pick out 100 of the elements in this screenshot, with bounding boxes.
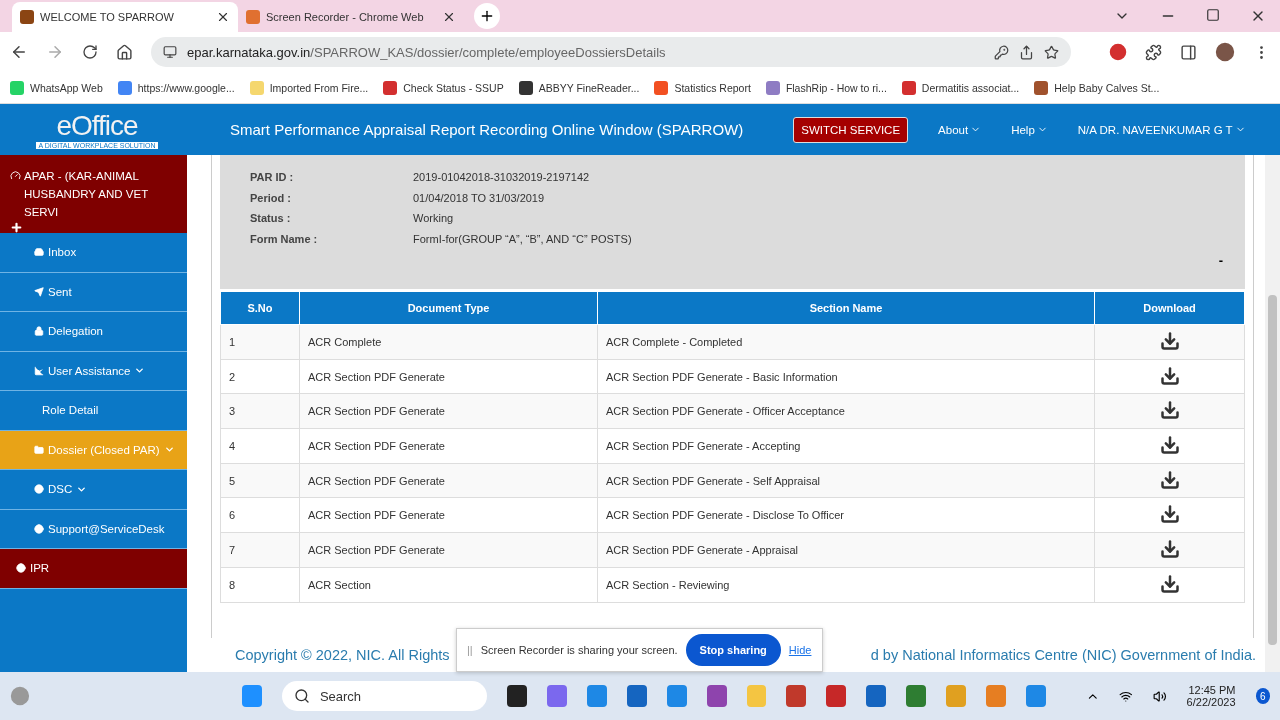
download-icon[interactable]: [1159, 469, 1180, 490]
browser-tab[interactable]: WELCOME TO SPARROW: [12, 2, 238, 32]
table-cell: 5: [220, 463, 300, 498]
download-icon[interactable]: [1159, 538, 1180, 559]
sidebar-item[interactable]: IPR: [0, 549, 187, 589]
home-icon[interactable]: [116, 43, 133, 61]
star-icon[interactable]: [1044, 44, 1059, 60]
switch-service-button[interactable]: SWITCH SERVICE: [793, 116, 909, 143]
menu-item-icon: [34, 326, 44, 337]
stop-sharing-button[interactable]: Stop sharing: [685, 634, 781, 666]
scrollbar-thumb[interactable]: [1268, 295, 1277, 645]
table-cell: ACR Section PDF Generate: [299, 497, 598, 533]
menu-item-icon: [34, 365, 44, 376]
favicon-icon: [10, 80, 24, 95]
detail-value: FormI-for(GROUP “A”, “B”, AND “C” POSTS): [413, 232, 632, 247]
favicon-icon: [1034, 80, 1049, 95]
taskbar-clock[interactable]: 12:45 PM 6/22/2023: [1186, 684, 1236, 708]
download-icon[interactable]: [1159, 365, 1180, 386]
table-cell: 4: [220, 428, 300, 464]
plus-icon[interactable]: [479, 8, 495, 24]
new-tab-button[interactable]: [474, 3, 500, 29]
back-icon[interactable]: [10, 43, 28, 61]
table-cell: 8: [220, 567, 300, 602]
detail-value: 2019-01042018-31032019-2197142: [413, 171, 590, 185]
detail-label: Period :: [250, 191, 292, 206]
table-cell: 1: [220, 324, 300, 360]
download-icon[interactable]: [1159, 434, 1180, 455]
table-cell: ACR Section PDF Generate: [299, 463, 598, 498]
collapse-toggle[interactable]: -: [1218, 253, 1223, 268]
share-icon[interactable]: [1019, 44, 1034, 60]
column-header: Section Name: [597, 291, 1095, 325]
bookmark[interactable]: Imported From Fire...: [269, 81, 369, 94]
table-cell: ACR Section PDF Generate - Appraisal: [597, 532, 1095, 568]
table-cell: ACR Section PDF Generate: [299, 359, 598, 394]
favicon-icon: [246, 10, 260, 24]
detail-label: Status :: [250, 212, 292, 226]
favicon-icon: [383, 80, 398, 95]
side-panel-icon[interactable]: [1180, 43, 1197, 61]
favicon-icon: [518, 80, 533, 95]
detail-label: Form Name :: [250, 232, 319, 247]
close-icon[interactable]: [442, 10, 456, 24]
menu-dropdown[interactable]: About: [938, 123, 982, 136]
table-cell: 3: [220, 393, 300, 429]
table-cell: ACR Section PDF Generate - Disclose To Officer: [597, 497, 1095, 533]
url-text[interactable]: epar.karnataka.gov.in/SPARROW_KAS/dossier/complete/employeeDossiersDetails: [187, 44, 666, 60]
menu-item-icon: [34, 523, 44, 534]
close-icon[interactable]: [216, 10, 230, 24]
menu-dropdown[interactable]: Help: [1011, 123, 1048, 136]
address-bar[interactable]: epar.karnataka.gov.in/SPARROW_KAS/dossier/complete/employeeDossiersDetails: [151, 37, 1071, 67]
column-header: S.No: [220, 291, 300, 325]
detail-value: 01/04/2018 TO 31/03/2019: [413, 191, 545, 206]
column-header: Document Type: [299, 291, 598, 325]
download-icon[interactable]: [1159, 504, 1180, 525]
menu-dropdown[interactable]: N/A DR. NAVEENKUMAR G T: [1077, 123, 1246, 136]
table-cell: ACR Section - Reviewing: [597, 567, 1095, 602]
site-info-icon[interactable]: [163, 45, 177, 59]
restore-icon[interactable]: [1206, 8, 1220, 22]
volume-icon[interactable]: [1153, 688, 1167, 704]
detail-label: PAR ID :: [250, 171, 295, 185]
bookmark[interactable]: WhatsApp Web: [30, 81, 103, 94]
favicon-icon: [654, 80, 669, 95]
table-cell: ACR Section PDF Generate: [299, 393, 598, 429]
bookmark[interactable]: FlashRip - How to ri...: [785, 81, 887, 94]
bookmark[interactable]: Statistics Report: [674, 81, 751, 94]
table-cell: ACR Section PDF Generate - Self Appraisal: [597, 463, 1095, 498]
plus-icon[interactable]: [10, 221, 23, 234]
menu-item-icon: [34, 484, 44, 495]
copyright-text: Copyright © 2022, NIC. All Rights: [235, 647, 450, 663]
extensions-icon[interactable]: [1145, 43, 1162, 61]
table-cell: ACR Section PDF Generate - Officer Acceptance: [597, 393, 1095, 429]
bookmark[interactable]: Check Status - SSUP: [403, 81, 504, 94]
bookmark[interactable]: Help Baby Calves St...: [1054, 81, 1160, 94]
bookmark[interactable]: Dermatitis associat...: [921, 81, 1020, 94]
hide-link[interactable]: Hide: [788, 644, 812, 656]
reload-icon[interactable]: [82, 44, 98, 60]
detail-value: Working: [413, 212, 454, 226]
copyright-text: d by National Informatics Centre (NIC) Government of India.: [870, 647, 1256, 663]
table-cell: ACR Section PDF Generate - Basic Information: [597, 359, 1095, 394]
favicon-icon: [249, 80, 264, 95]
browser-tab[interactable]: Screen Recorder - Chrome Web: [238, 2, 464, 32]
table-cell: ACR Section PDF Generate: [299, 428, 598, 464]
bookmark[interactable]: https://www.google...: [137, 81, 235, 94]
search-icon: [293, 688, 310, 704]
menu-item-icon: [34, 286, 44, 297]
sharing-message: Screen Recorder is sharing your screen.: [480, 644, 678, 656]
table-cell: 2: [220, 359, 300, 394]
download-icon[interactable]: [1159, 400, 1180, 421]
favicon-icon: [765, 80, 780, 95]
taskbar-search[interactable]: Search: [281, 681, 487, 711]
table-cell: 7: [220, 532, 300, 568]
download-icon[interactable]: [1159, 573, 1180, 594]
taskbar-app-icon[interactable]: [506, 685, 527, 707]
notification-badge[interactable]: 6: [1255, 688, 1271, 704]
sidebar-heading: APAR - (KAR-ANIMAL HUSBANDRY AND VET SERVI: [24, 169, 149, 220]
avatar-icon[interactable]: [1215, 42, 1235, 62]
bookmark[interactable]: ABBYY FineReader...: [538, 81, 640, 94]
menu-item-icon: [16, 563, 26, 574]
gauge-icon: [10, 170, 21, 181]
key-icon[interactable]: [994, 44, 1009, 60]
download-icon[interactable]: [1159, 330, 1180, 351]
